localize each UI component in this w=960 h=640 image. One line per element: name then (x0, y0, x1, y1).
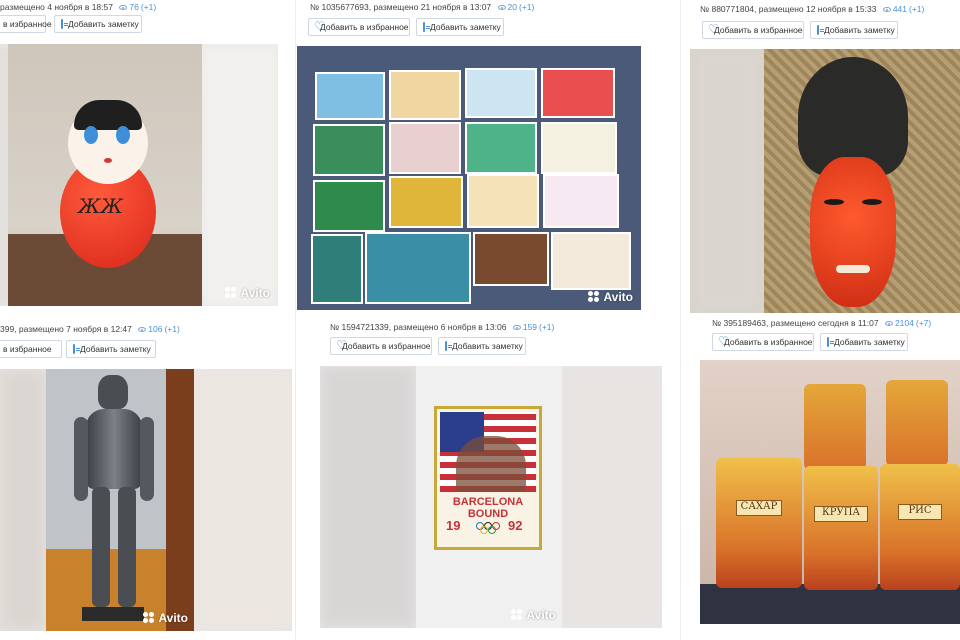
listing-posted-date: № 1035677693, размещено 21 ноября в 13:0… (310, 2, 492, 12)
views-delta: (+1) (164, 324, 180, 334)
add-note-button[interactable]: Добавить заметку (54, 15, 142, 33)
listing-photo[interactable]: САХАР КРУПА РИС (700, 360, 960, 624)
add-to-favorites-button[interactable]: Добавить в избранное (702, 21, 804, 39)
views-counter: 159 (+1) (512, 322, 555, 332)
note-icon (817, 25, 824, 35)
can-label: РИС (898, 504, 942, 520)
add-to-favorites-button[interactable]: в избранное (0, 340, 62, 358)
avito-logo-icon (511, 609, 523, 621)
add-note-button[interactable]: Добавить заметку (820, 333, 908, 351)
pin-year-right: 92 (508, 518, 523, 533)
listing-photo[interactable]: Avito (0, 369, 292, 631)
watermark-text: Avito (603, 290, 633, 304)
views-delta: (+7) (915, 318, 932, 328)
listing-grid: размещено 4 ноября в 18:57 76 (+1) в избр… (0, 0, 960, 640)
views-count: 106 (148, 324, 163, 334)
note-label: Добавить заметку (68, 19, 139, 29)
views-delta: (+1) (539, 322, 555, 332)
add-note-button[interactable]: Добавить заметку (438, 337, 526, 355)
note-icon (73, 344, 80, 354)
avito-watermark: Avito (225, 286, 270, 300)
favorites-label: в избранное (3, 19, 52, 29)
listing-posted-date: 399, размещено 7 ноября в 12:47 (0, 324, 132, 334)
note-label: Добавить заметку (834, 337, 905, 347)
avito-logo-icon (588, 291, 600, 303)
note-label: Добавить заметку (824, 25, 895, 35)
mask-scene (764, 49, 960, 313)
avito-watermark: Avito (143, 611, 188, 625)
views-counter: 106 (+1) (138, 324, 180, 334)
add-note-button[interactable]: Добавить заметку (810, 21, 898, 39)
favorites-label: Добавить в избранное (320, 22, 409, 32)
note-icon (827, 337, 834, 347)
listing-meta: № 395189463, размещено сегодня в 11:07 2… (712, 318, 931, 328)
add-to-favorites-button[interactable]: Добавить в избранное (308, 18, 410, 36)
eye-icon (119, 5, 128, 11)
favorites-label: в избранное (3, 344, 52, 354)
can-label: КРУПА (814, 506, 868, 522)
watermark-text: Avito (158, 611, 188, 625)
note-icon (423, 22, 430, 32)
column-divider (295, 0, 296, 640)
listing-posted-date: размещено 4 ноября в 18:57 (0, 2, 113, 12)
favorites-label: Добавить в избранное (714, 25, 803, 35)
note-label: Добавить заметку (80, 344, 151, 354)
views-count: 20 (507, 2, 518, 12)
pin-year-left: 19 (446, 518, 461, 533)
listing-photo[interactable] (690, 49, 960, 313)
add-note-button[interactable]: Добавить заметку (66, 340, 156, 358)
add-to-favorites-button[interactable]: в избранное (0, 15, 52, 33)
watermark-text: Avito (240, 286, 270, 300)
listing-photo[interactable]: Avito (297, 46, 641, 310)
views-counter: 441 (+1) (882, 4, 925, 14)
watermark-text: Avito (526, 608, 556, 622)
views-count: 441 (892, 4, 907, 14)
listing-meta: 399, размещено 7 ноября в 12:47 106 (+1) (0, 324, 180, 334)
views-delta: (+1) (909, 4, 925, 14)
views-counter: 76 (+1) (119, 2, 156, 12)
column-divider (680, 0, 681, 640)
eye-icon (882, 7, 891, 13)
views-count: 2104 (894, 318, 914, 328)
listing-meta: № 880771804, размещено 12 ноября в 15:33… (700, 4, 924, 14)
note-icon (445, 341, 452, 351)
pin-title: BARCELONA BOUND (452, 496, 524, 520)
eye-icon (884, 321, 893, 327)
listing-posted-date: № 1594721339, размещено 6 ноября в 13:06 (330, 322, 507, 332)
listing-photo[interactable]: BARCELONA BOUND 19 92 Avito (320, 366, 662, 628)
views-count: 76 (129, 2, 139, 12)
avito-logo-icon (143, 612, 155, 624)
listing-meta: размещено 4 ноября в 18:57 76 (+1) (0, 2, 156, 12)
add-to-favorites-button[interactable]: Добавить в избранное (330, 337, 432, 355)
pin-scene: BARCELONA BOUND 19 92 (416, 366, 562, 628)
eye-icon (497, 5, 506, 11)
roly-poly-scene: ЖЖ (8, 44, 202, 306)
add-note-button[interactable]: Добавить заметку (416, 18, 504, 36)
avito-logo-icon (225, 287, 237, 299)
can-label: САХАР (736, 500, 782, 516)
listing-posted-date: № 395189463, размещено сегодня в 11:07 (712, 318, 879, 328)
views-delta: (+1) (519, 2, 535, 12)
eye-icon (512, 325, 521, 331)
listing-posted-date: № 880771804, размещено 12 ноября в 15:33 (700, 4, 877, 14)
views-delta: (+1) (140, 2, 157, 12)
armor-scene (46, 369, 194, 631)
add-to-favorites-button[interactable]: Добавить в избранное (712, 333, 814, 351)
note-label: Добавить заметку (430, 22, 501, 32)
note-icon (61, 19, 68, 29)
avito-watermark: Avito (511, 608, 556, 622)
views-counter: 20 (+1) (497, 2, 535, 12)
listing-photo[interactable]: ЖЖ Avito (0, 44, 278, 306)
avito-watermark: Avito (588, 290, 633, 304)
olympic-rings-icon (476, 522, 502, 534)
listing-meta: № 1035677693, размещено 21 ноября в 13:0… (310, 2, 534, 12)
eye-icon (138, 327, 147, 333)
favorites-label: Добавить в избранное (724, 337, 813, 347)
note-label: Добавить заметку (452, 341, 523, 351)
favorites-label: Добавить в избранное (342, 341, 431, 351)
listing-meta: № 1594721339, размещено 6 ноября в 13:06… (330, 322, 554, 332)
views-count: 159 (522, 322, 537, 332)
views-counter: 2104 (+7) (884, 318, 932, 328)
